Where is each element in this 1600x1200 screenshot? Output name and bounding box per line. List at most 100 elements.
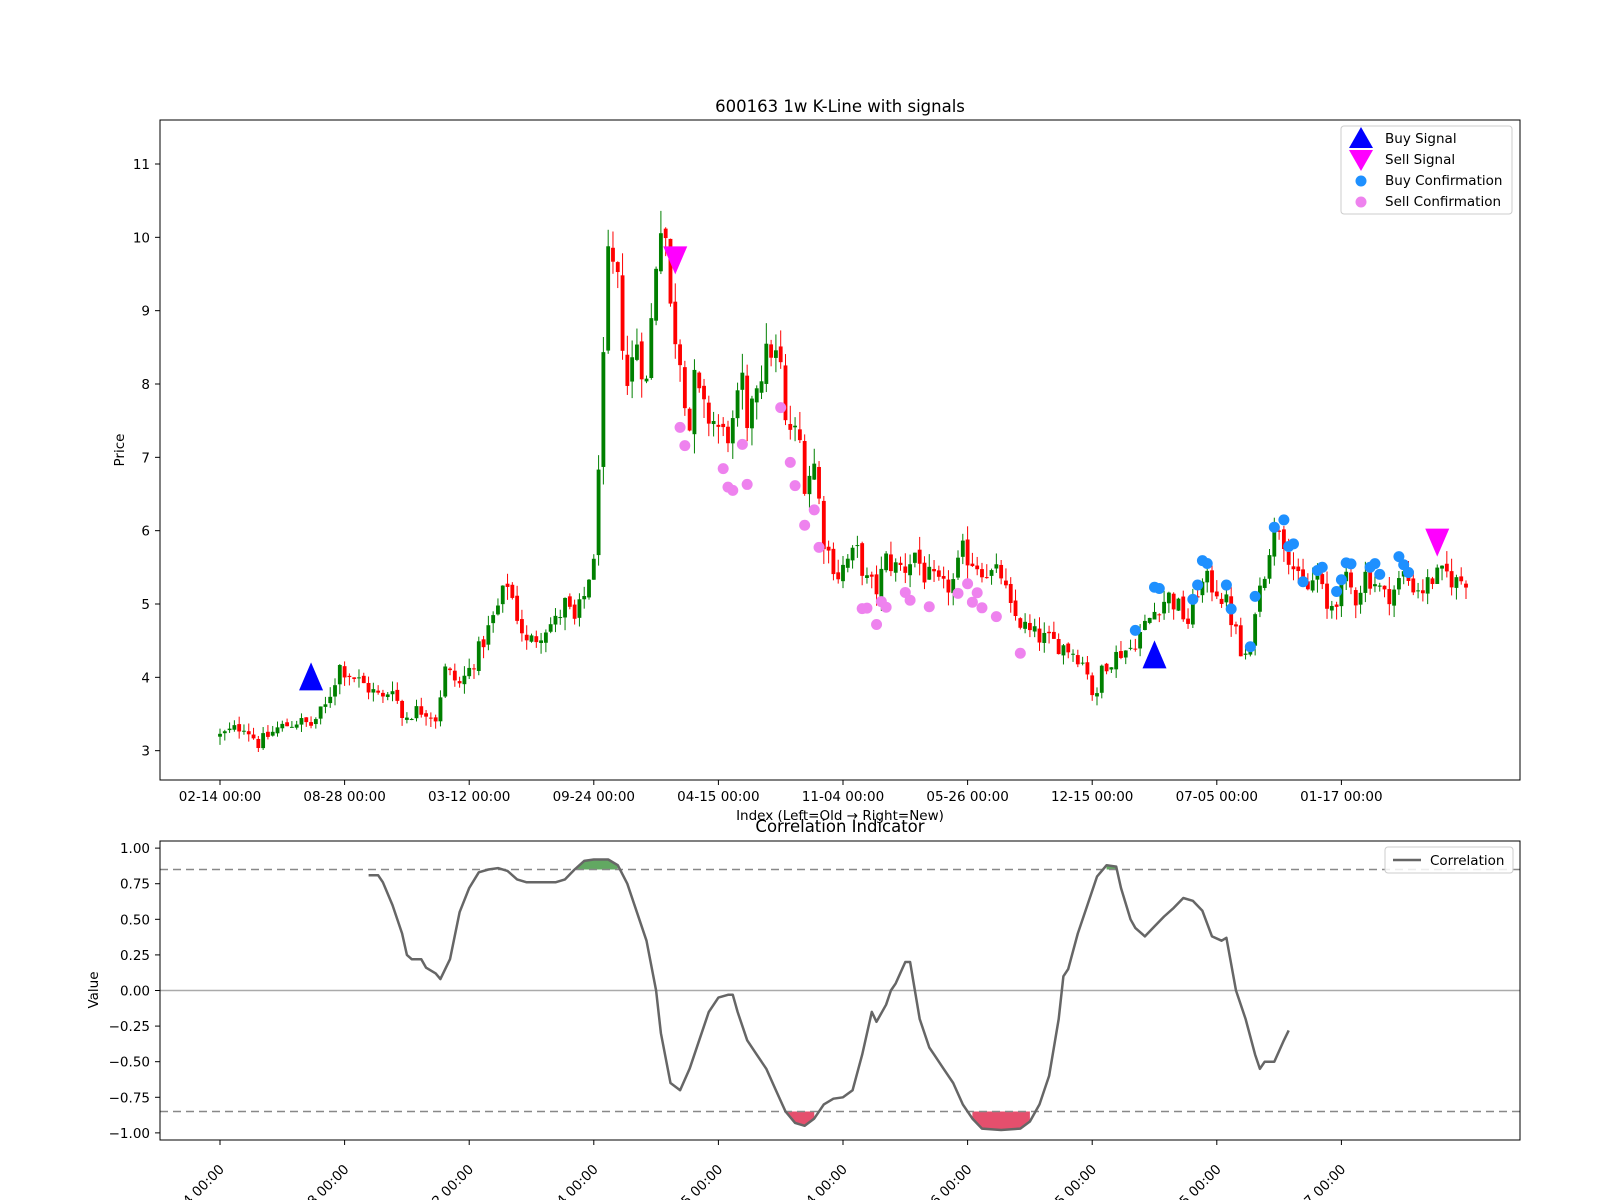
candle-body [639,341,644,380]
candle-body [227,728,232,731]
buy-confirmation-dot [1297,576,1309,588]
candle-body [285,722,290,727]
candle-body [1214,591,1219,597]
candle-body [424,713,428,717]
candle-body [486,625,491,645]
candle-body [1377,585,1382,587]
candle-body [1416,590,1420,592]
candle-body [821,500,826,550]
candle-body [932,569,936,572]
candle-body [989,570,994,576]
correlation-panel: 1.00 0.75 0.50 0.25 0.00 −0.25 −0.50 −0.75 −1.00… [86,817,1521,1200]
candle-body [1162,601,1167,614]
correlation-legend: Correlation [1384,846,1514,874]
candle-body [956,557,960,578]
candle-body [328,696,333,704]
x-tick-label: 07-05 00:00 [1176,789,1258,805]
candle-body [1018,618,1023,628]
x-tick-label: 05-26 00:00 [926,789,1008,805]
x-tick-label: 01-17 00:00 [1300,789,1382,805]
candle-body [1075,655,1080,665]
candle-body [903,566,908,573]
candle-body [218,733,222,737]
y-tick-label: 6 [141,524,150,540]
candle-body [850,547,855,561]
buy-confirmation-dot [1278,514,1290,526]
candle-body [797,429,802,441]
buy-confirmation-dot [1345,558,1357,570]
candle-body [740,372,745,390]
candle-body [817,466,821,499]
candle-body [563,597,567,618]
candle-body [591,558,596,580]
candle-body [692,369,697,435]
candle-body [1420,590,1425,594]
candle-body [1291,566,1296,570]
candle-body [280,723,285,729]
candle-body [946,579,951,593]
candle-body [682,367,687,409]
bottom-x-ticks: 4 00:00 8 00:00 2 00:00 4 00:00 5 00:00 4 00:… [180,1140,1349,1200]
candle-body [1353,590,1358,606]
candle-body [941,576,946,579]
candle-body [515,595,520,621]
candle-body [673,301,678,345]
y-axis-label: Price [112,434,128,467]
candle-body [1349,572,1353,588]
legend-buy-signal: Buy Signal [1385,131,1457,147]
candle-body [917,549,922,564]
candle-body [390,691,395,695]
sell-confirmation-dot [808,504,820,516]
chart-canvas: 3 4 5 6 7 8 9 10 11 02-14 00:00 08-28 00:00 03-12 … [86,97,1521,1200]
x-tick-label: 03-12 00:00 [428,789,510,805]
candle-body [1267,555,1272,579]
candle-body [807,475,812,495]
chart-title: 600163 1w K-Line with signals [715,97,965,116]
y-tick-label: −0.25 [109,1019,150,1035]
x-tick-label: 12-15 00:00 [1051,789,1133,805]
candle-body [773,350,778,358]
candle-body [687,408,692,431]
candle-body [481,639,486,648]
candle-body [970,563,975,567]
candle-body [644,378,649,382]
candle-body [615,262,620,273]
sell-confirmation-dot [971,587,983,599]
candle-body [567,596,572,607]
candle-body [711,421,716,425]
candle-body [572,604,577,619]
candle-body [898,562,903,566]
candle-body [721,423,726,428]
x-tick-label: 2 00:00 [429,1162,477,1200]
candle-body [577,599,582,618]
candle-body [975,565,980,570]
candle-body [337,665,342,685]
candle-body [663,228,668,239]
x-tick-label: 11-04 00:00 [802,789,884,805]
candle-body [261,733,266,749]
y-tick-label: 0.75 [120,877,150,893]
x-tick-label: 4 00:00 [554,1162,602,1200]
candle-body [500,585,505,605]
candle-body [836,572,841,580]
candle-body [448,668,452,671]
candle-body [400,700,405,719]
candle-body [1152,611,1157,620]
candle-body [1320,574,1325,585]
candle-body [783,365,788,421]
candle-body [831,548,836,575]
candle-body [433,717,438,722]
candle-body [754,388,759,403]
sell-confirmation-dot [736,438,748,450]
sell-confirmation-dot [789,480,801,492]
candle-body [884,553,889,571]
candle-body [443,666,448,697]
candle-body [1104,663,1109,672]
candle-body [630,357,635,382]
candle-body [1329,605,1334,611]
candle-body [467,667,472,677]
y-tick-label: 8 [141,377,150,393]
candle-body [553,615,558,625]
candle-body [1147,617,1152,623]
x-tick-label: 04-15 00:00 [677,789,759,805]
